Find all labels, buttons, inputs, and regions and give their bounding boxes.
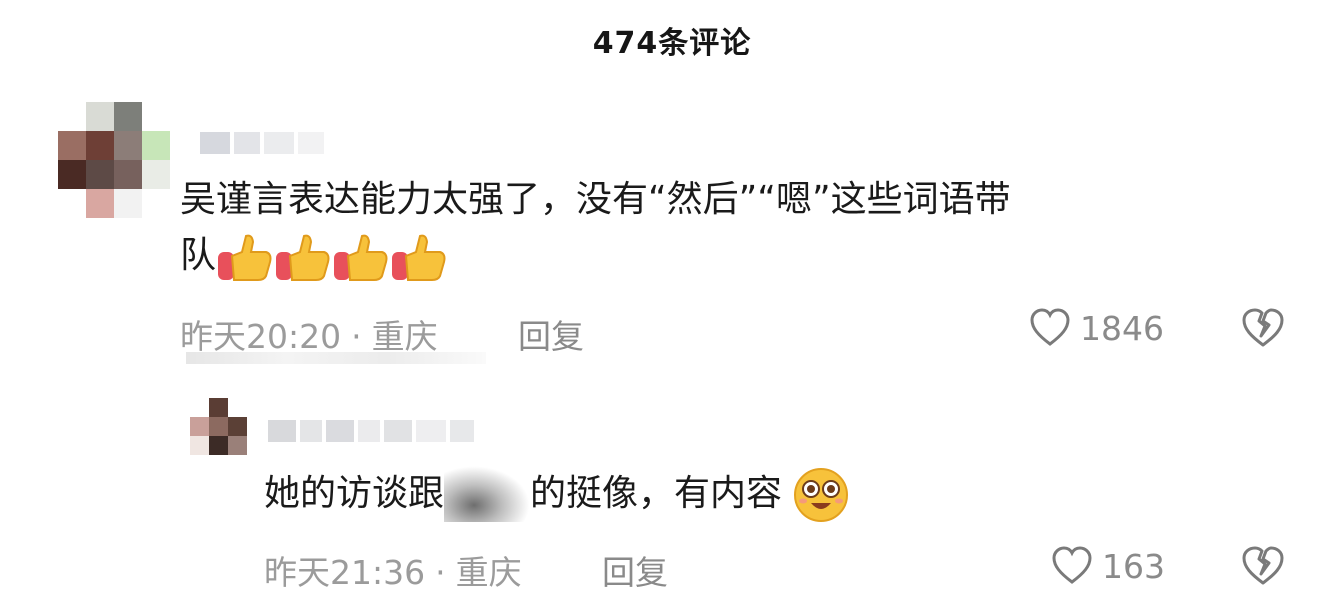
star-eyes-emoji-icon (794, 468, 849, 522)
like-button[interactable]: 163 (1050, 544, 1165, 588)
dislike-button[interactable] (1240, 544, 1286, 592)
heart-icon (1052, 546, 1092, 584)
reply-button[interactable]: 回复 (602, 546, 668, 594)
reply-text-part: 她的访谈跟 (264, 473, 445, 514)
reply-text-part: 的挺像，有内容 (530, 473, 783, 514)
comment-text-line: 队 (180, 235, 217, 276)
blurred-overlay (186, 352, 486, 364)
redacted-blur (444, 466, 531, 522)
avatar[interactable] (58, 102, 170, 218)
comment-text: 吴谨言表达能力太强了，没有“然后”“嗯”这些词语带 队 (180, 172, 1011, 284)
reply-meta: 昨天21:36 · 重庆 (264, 553, 522, 592)
reply-location: 重庆 (455, 553, 522, 592)
like-count: 163 (1102, 546, 1165, 586)
username-blurred[interactable] (268, 420, 474, 442)
thumbs-up-icon (334, 234, 388, 281)
comment-location: 重庆 (371, 317, 438, 356)
broken-heart-icon (1242, 308, 1284, 347)
comment-count-title: 474条评论 (592, 26, 752, 61)
avatar[interactable] (190, 398, 247, 455)
thumbs-up-icon (276, 234, 330, 281)
thumbs-up-icon (392, 234, 446, 281)
reply-button[interactable]: 回复 (518, 310, 584, 358)
reply-time: 昨天21:36 (264, 553, 426, 592)
like-count: 1846 (1080, 308, 1164, 348)
thumbs-up-icon (218, 234, 272, 281)
comment-time: 昨天20:20 (180, 317, 342, 356)
dislike-button[interactable] (1240, 306, 1286, 354)
comment-text-line: 吴谨言表达能力太强了，没有“然后”“嗯”这些词语带 (180, 179, 1011, 220)
heart-icon (1030, 308, 1070, 346)
username-blurred[interactable] (200, 132, 324, 154)
comment-meta: 昨天20:20 · 重庆 (180, 317, 438, 356)
thumbs-up-reactions (216, 232, 448, 282)
broken-heart-icon (1242, 546, 1284, 585)
reply-text: 她的访谈跟 的挺像，有内容 (264, 466, 849, 523)
like-button[interactable]: 1846 (1028, 306, 1164, 350)
